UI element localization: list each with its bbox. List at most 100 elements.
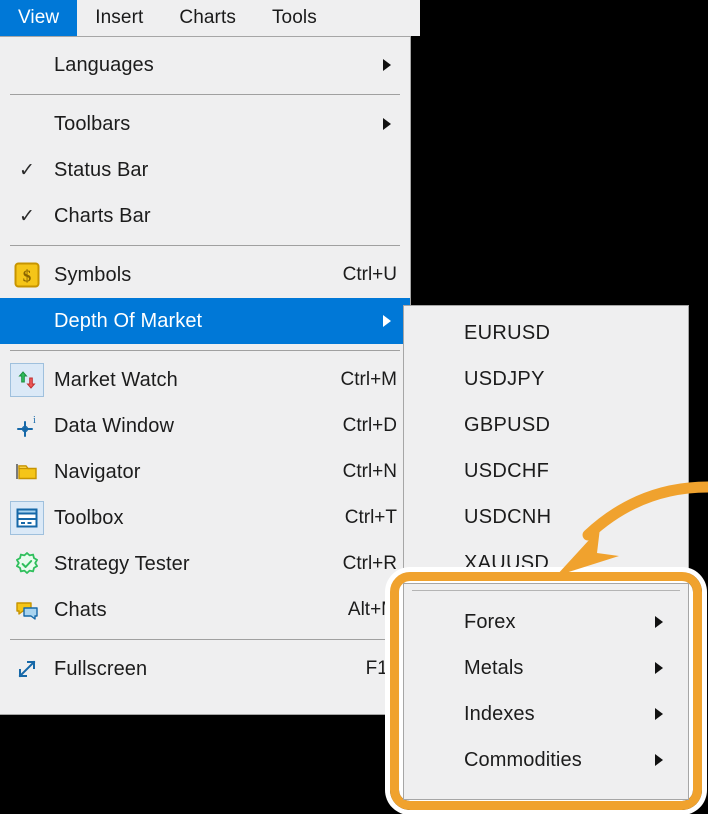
fullscreen-icon: [10, 652, 44, 686]
chats-icon-svg: [16, 602, 38, 620]
menu-item-label: Symbols: [54, 263, 132, 286]
strategy-tester-icon: [10, 547, 44, 581]
menu-item-languages[interactable]: Languages: [0, 42, 410, 88]
icon-slot: $: [0, 258, 54, 292]
menu-item-shortcut: Ctrl+U: [342, 264, 397, 285]
submenu-item-indexes[interactable]: Indexes: [404, 691, 688, 737]
submenu-item-forex[interactable]: Forex: [404, 599, 688, 645]
submenu-item-label: USDCHF: [464, 459, 550, 482]
menubar-item-label: Tools: [271, 7, 317, 28]
menu-item-shortcut: Ctrl+T: [344, 507, 397, 528]
menu-separator: [412, 590, 680, 591]
submenu-item-label: Indexes: [464, 702, 535, 725]
submenu-item-label: GBPUSD: [464, 413, 551, 436]
menu-item-label: Charts Bar: [54, 204, 151, 227]
svg-text:$: $: [23, 267, 32, 286]
dollar-symbols-icon-svg: $: [14, 262, 40, 288]
menu-item-navigator[interactable]: Navigator Ctrl+N: [0, 449, 410, 495]
chevron-right-icon: [383, 118, 391, 130]
submenu-item-label: USDJPY: [464, 367, 545, 390]
menu-separator: [10, 639, 400, 640]
menu-item-label: Data Window: [54, 414, 175, 437]
svg-text:i: i: [33, 415, 36, 426]
check-icon: ✓: [19, 159, 35, 181]
check-icon: ✓: [19, 205, 35, 227]
chevron-right-icon: [383, 315, 391, 327]
menu-item-chats[interactable]: Chats Alt+M: [0, 587, 410, 633]
menu-item-label: Toolbars: [54, 112, 131, 135]
submenu-item-commodities[interactable]: Commodities: [404, 737, 688, 783]
menu-item-label: Strategy Tester: [54, 552, 190, 575]
menubar-item-label: Charts: [179, 7, 236, 28]
submenu-item-usdjpy[interactable]: USDJPY: [404, 356, 688, 402]
view-dropdown-menu: Languages Toolbars ✓ Status Bar ✓ Charts…: [0, 36, 411, 715]
menu-item-label: Languages: [54, 53, 154, 76]
depth-of-market-submenu: EURUSD USDJPY GBPUSD USDCHF USDCNH XAUUS…: [403, 305, 689, 583]
menu-item-strategy-tester[interactable]: Strategy Tester Ctrl+R: [0, 541, 410, 587]
menu-item-data-window[interactable]: i Data Window Ctrl+D: [0, 403, 410, 449]
submenu-item-label: XAUUSD: [464, 551, 550, 574]
chevron-right-icon: [655, 754, 663, 766]
menubar-item-view[interactable]: View: [0, 0, 78, 36]
chevron-right-icon: [655, 662, 663, 674]
market-watch-icon-svg: [18, 371, 36, 389]
menu-item-toolbox[interactable]: Toolbox Ctrl+T: [0, 495, 410, 541]
menu-separator: [10, 94, 400, 95]
menu-item-shortcut: Ctrl+M: [340, 369, 397, 390]
submenu-item-label: Commodities: [464, 748, 582, 771]
menu-item-label: Navigator: [54, 460, 141, 483]
icon-slot: [0, 652, 54, 686]
menu-item-fullscreen[interactable]: Fullscreen F11: [0, 646, 410, 692]
icon-slot: [0, 593, 54, 627]
menu-item-label: Chats: [54, 598, 107, 621]
menubar-item-label: Insert: [95, 7, 144, 28]
icon-slot: [0, 455, 54, 489]
fullscreen-icon-svg: [18, 660, 36, 678]
menubar-item-label: View: [18, 7, 60, 28]
submenu-item-xauusd[interactable]: XAUUSD: [404, 540, 688, 586]
menu-separator: [10, 245, 400, 246]
icon-slot: i: [0, 409, 54, 443]
menu-item-toolbars[interactable]: Toolbars: [0, 101, 410, 147]
chevron-right-icon: [655, 708, 663, 720]
menu-bar: View Insert Charts Tools: [0, 0, 420, 36]
toolbox-icon-svg: [16, 508, 38, 528]
menu-item-shortcut: Alt+M: [347, 599, 397, 620]
chats-icon: [10, 593, 44, 627]
menu-item-shortcut: Ctrl+N: [342, 461, 397, 482]
submenu-item-label: Forex: [464, 610, 516, 633]
navigator-icon: [10, 455, 44, 489]
menu-item-charts-bar[interactable]: ✓ Charts Bar: [0, 193, 410, 239]
data-window-icon-svg: i: [17, 415, 36, 437]
menu-item-label: Toolbox: [54, 506, 124, 529]
menu-item-shortcut: F11: [365, 658, 397, 679]
menubar-item-insert[interactable]: Insert: [77, 0, 161, 36]
chevron-right-icon: [655, 616, 663, 628]
submenu-item-label: EURUSD: [464, 321, 551, 344]
menu-item-market-watch[interactable]: Market Watch Ctrl+M: [0, 357, 410, 403]
icon-slot: [0, 363, 54, 397]
chevron-right-icon: [383, 59, 391, 71]
submenu-item-gbpusd[interactable]: GBPUSD: [404, 402, 688, 448]
menu-item-label: Depth Of Market: [54, 309, 203, 332]
icon-slot: [0, 547, 54, 581]
menu-item-depth-of-market[interactable]: Depth Of Market: [0, 298, 410, 344]
menu-item-label: Status Bar: [54, 158, 149, 181]
submenu-item-metals[interactable]: Metals: [404, 645, 688, 691]
toolbox-icon: [10, 501, 44, 535]
menu-item-shortcut: Ctrl+R: [342, 553, 397, 574]
menu-item-symbols[interactable]: $ Symbols Ctrl+U: [0, 252, 410, 298]
menu-item-status-bar[interactable]: ✓ Status Bar: [0, 147, 410, 193]
submenu-item-eurusd[interactable]: EURUSD: [404, 310, 688, 356]
menubar-item-charts[interactable]: Charts: [161, 0, 254, 36]
submenu-item-usdcnh[interactable]: USDCNH: [404, 494, 688, 540]
menu-item-label: Fullscreen: [54, 657, 148, 680]
menu-separator: [10, 350, 400, 351]
data-window-icon: i: [10, 409, 44, 443]
icon-slot: [0, 501, 54, 535]
submenu-item-usdchf[interactable]: USDCHF: [404, 448, 688, 494]
strategy-tester-icon-svg: [15, 552, 38, 574]
menubar-item-tools[interactable]: Tools: [254, 0, 335, 36]
submenu-item-label: USDCNH: [464, 505, 552, 528]
menu-item-shortcut: Ctrl+D: [342, 415, 397, 436]
